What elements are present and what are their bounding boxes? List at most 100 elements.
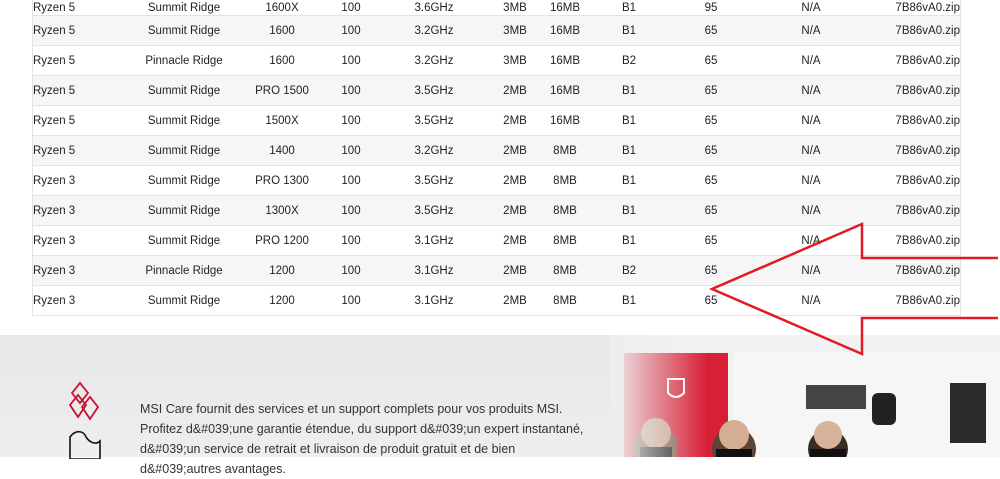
cell-codename: Pinnacle Ridge [125, 45, 243, 76]
cell-freq: 3.5GHz [381, 165, 487, 196]
cell-bus: 100 [321, 15, 381, 46]
cell-model: PRO 1300 [243, 165, 321, 196]
cell-family: Ryzen 5 [33, 45, 125, 76]
table-row: Ryzen 3 Summit Ridge PRO 1200 100 3.1GHz 2MB 8… [33, 225, 960, 256]
cpu-support-table-wrapper: Ryzen 5 Summit Ridge 1600X 100 3.6GHz 3MB 16MB… [32, 0, 961, 316]
cell-codename: Summit Ridge [125, 285, 243, 316]
cell-na: N/A [751, 75, 871, 106]
cell-l2: 2MB [487, 105, 543, 136]
cell-file[interactable]: 7B86vA0.zip [871, 255, 960, 286]
cell-tdp: 65 [671, 195, 751, 226]
cell-file[interactable]: 7B86vA0.zip [871, 165, 960, 196]
cell-stepping: B1 [587, 135, 671, 166]
msi-care-description: MSI Care fournit des services et un supp… [140, 401, 584, 476]
cell-l2: 2MB [487, 165, 543, 196]
cell-l3: 8MB [543, 195, 587, 226]
msi-care-section: MSI Care fournit des services et un supp… [0, 335, 1000, 476]
cell-stepping: B1 [587, 225, 671, 256]
cell-file[interactable]: 7B86vA0.zip [871, 15, 960, 46]
cell-family: Ryzen 5 [33, 75, 125, 106]
cell-freq: 3.6GHz [381, 0, 487, 16]
cell-l3: 8MB [543, 225, 587, 256]
cell-tdp: 95 [671, 0, 751, 16]
cell-family: Ryzen 5 [33, 15, 125, 46]
cell-bus: 100 [321, 75, 381, 106]
cell-l3: 16MB [543, 45, 587, 76]
cell-stepping: B1 [587, 285, 671, 316]
cell-tdp: 65 [671, 45, 751, 76]
cell-l2: 3MB [487, 45, 543, 76]
cell-stepping: B1 [587, 15, 671, 46]
cell-bus: 100 [321, 45, 381, 76]
cell-na: N/A [751, 15, 871, 46]
table-row: Ryzen 3 Summit Ridge PRO 1300 100 3.5GHz 2MB 8… [33, 165, 960, 196]
cell-model: 1600 [243, 45, 321, 76]
cell-family: Ryzen 3 [33, 285, 125, 316]
cell-file[interactable]: 7B86vA0.zip [871, 105, 960, 136]
cell-stepping: B2 [587, 45, 671, 76]
cell-bus: 100 [321, 195, 381, 226]
cell-file[interactable]: 7B86vA0.zip [871, 285, 960, 316]
cell-codename: Summit Ridge [125, 165, 243, 196]
cell-family: Ryzen 5 [33, 105, 125, 136]
cell-l2: 2MB [487, 75, 543, 106]
cell-freq: 3.2GHz [381, 135, 487, 166]
cell-na: N/A [751, 165, 871, 196]
cell-stepping: B1 [587, 195, 671, 226]
table-row: Ryzen 5 Pinnacle Ridge 1600 100 3.2GHz 3MB 16M… [33, 45, 960, 76]
cell-l2: 3MB [487, 15, 543, 46]
table-row: Ryzen 5 Summit Ridge PRO 1500 100 3.5GHz 2MB 1… [33, 75, 960, 106]
cell-l3: 16MB [543, 15, 587, 46]
cell-codename: Summit Ridge [125, 15, 243, 46]
table-row: Ryzen 5 Summit Ridge 1600 100 3.2GHz 3MB 16MB B… [33, 15, 960, 46]
cell-tdp: 65 [671, 105, 751, 136]
cell-file[interactable]: 7B86vA0.zip [871, 0, 960, 16]
cell-file[interactable]: 7B86vA0.zip [871, 225, 960, 256]
cell-l2: 2MB [487, 255, 543, 286]
cell-tdp: 65 [671, 135, 751, 166]
cell-freq: 3.1GHz [381, 255, 487, 286]
table-row: Ryzen 3 Pinnacle Ridge 1200 100 3.1GHz 2MB 8MB… [33, 255, 960, 286]
table-row: Ryzen 5 Summit Ridge 1500X 100 3.5GHz 2MB 16MB… [33, 105, 960, 136]
cell-na: N/A [751, 195, 871, 226]
cell-bus: 100 [321, 225, 381, 256]
cell-l3: 8MB [543, 285, 587, 316]
cell-tdp: 65 [671, 285, 751, 316]
cell-bus: 100 [321, 255, 381, 286]
cell-bus: 100 [321, 285, 381, 316]
table-row: Ryzen 3 Summit Ridge 1200 100 3.1GHz 2MB 8MB B1… [33, 285, 960, 316]
cell-family: Ryzen 5 [33, 135, 125, 166]
table-row: Ryzen 5 Summit Ridge 1600X 100 3.6GHz 3MB 16MB… [33, 0, 960, 16]
cell-model: 1600X [243, 0, 321, 16]
cpu-support-table: Ryzen 5 Summit Ridge 1600X 100 3.6GHz 3MB 16MB… [33, 0, 960, 316]
cell-na: N/A [751, 135, 871, 166]
cell-file[interactable]: 7B86vA0.zip [871, 135, 960, 166]
cell-file[interactable]: 7B86vA0.zip [871, 45, 960, 76]
cell-codename: Summit Ridge [125, 135, 243, 166]
cell-file[interactable]: 7B86vA0.zip [871, 195, 960, 226]
cell-tdp: 65 [671, 165, 751, 196]
cell-model: 1200 [243, 285, 321, 316]
cell-stepping: B1 [587, 105, 671, 136]
cell-l3: 16MB [543, 105, 587, 136]
cell-file[interactable]: 7B86vA0.zip [871, 75, 960, 106]
cell-l3: 16MB [543, 0, 587, 16]
cell-tdp: 65 [671, 15, 751, 46]
cell-na: N/A [751, 105, 871, 136]
cell-freq: 3.1GHz [381, 285, 487, 316]
cell-stepping: B1 [587, 75, 671, 106]
cell-model: PRO 1200 [243, 225, 321, 256]
cell-stepping: B1 [587, 0, 671, 16]
cell-l2: 2MB [487, 135, 543, 166]
cell-freq: 3.5GHz [381, 195, 487, 226]
cell-stepping: B1 [587, 165, 671, 196]
cell-l2: 2MB [487, 195, 543, 226]
cell-codename: Summit Ridge [125, 105, 243, 136]
cell-na: N/A [751, 0, 871, 16]
table-row: Ryzen 5 Summit Ridge 1400 100 3.2GHz 2MB 8MB B1… [33, 135, 960, 166]
cell-bus: 100 [321, 105, 381, 136]
cell-codename: Summit Ridge [125, 195, 243, 226]
cell-na: N/A [751, 255, 871, 286]
cell-stepping: B2 [587, 255, 671, 286]
table-row: Ryzen 3 Summit Ridge 1300X 100 3.5GHz 2MB 8MB B… [33, 195, 960, 226]
